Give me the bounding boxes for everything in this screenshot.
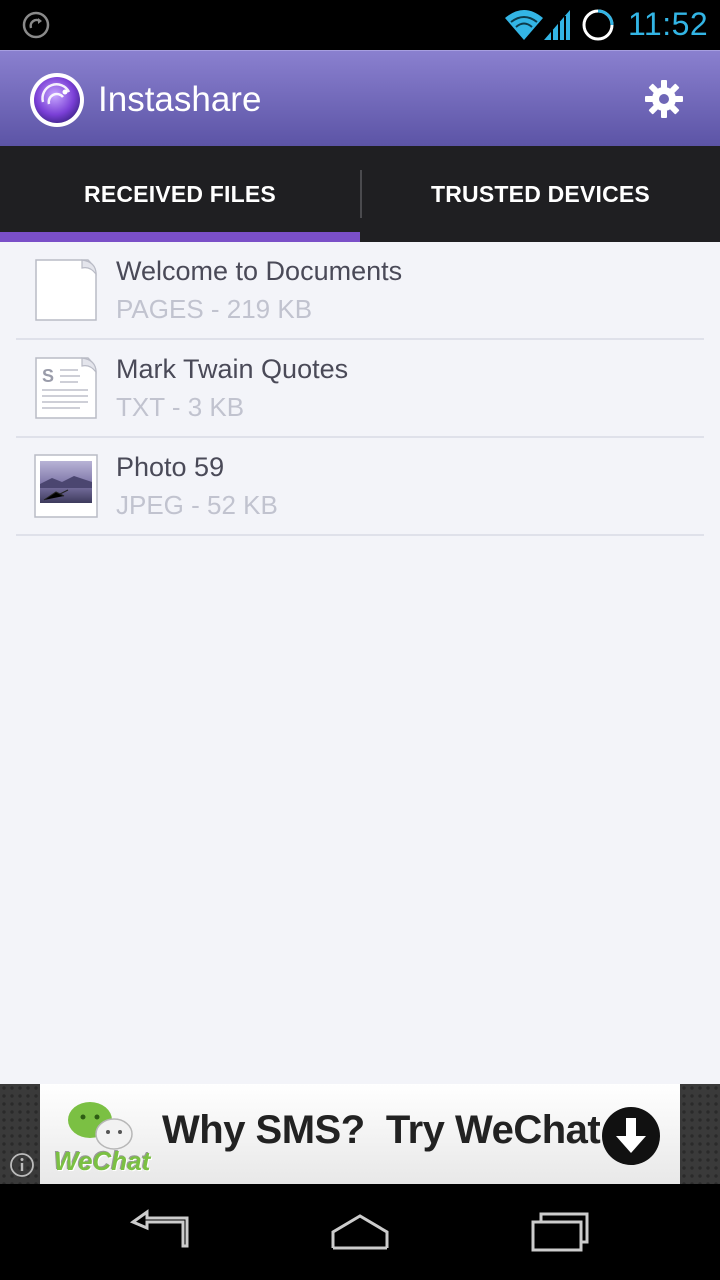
action-bar: Instashare [0,50,720,146]
tab-selected-indicator [0,232,360,242]
text-document-icon: S [35,357,97,419]
wechat-brand-text: WeChat [54,1146,151,1176]
blank-document-icon [35,259,97,321]
file-meta: JPEG - 52 KB [116,490,278,520]
file-name: Mark Twain Quotes [116,354,349,384]
info-icon[interactable] [9,1152,35,1178]
recents-icon[interactable] [525,1208,595,1256]
status-bar: 11:52 [0,0,720,50]
list-item[interactable]: S Mark Twain Quotes TXT - 3 KB [16,340,704,438]
app-title: Instashare [98,80,262,119]
file-list: Welcome to Documents PAGES - 219 KB S Ma… [0,242,720,1084]
ad-text: Why SMS? Try WeChat [162,1108,601,1152]
list-item[interactable]: Welcome to Documents PAGES - 219 KB [16,242,704,340]
navigation-bar [0,1184,720,1280]
signal-icon [544,10,570,40]
list-item[interactable]: Photo 59 JPEG - 52 KB [16,438,704,536]
file-name: Photo 59 [116,452,225,482]
gear-icon [645,80,683,118]
instashare-logo-icon [30,73,84,127]
tab-trusted-devices[interactable]: TRUSTED DEVICES [361,146,720,242]
photo-thumbnail-icon [34,454,98,518]
file-meta: TXT - 3 KB [116,392,245,422]
svg-text:S: S [42,366,54,386]
home-icon[interactable] [325,1208,395,1256]
back-icon[interactable] [125,1208,195,1256]
ad-area: WeChat Why SMS? Try WeChat [0,1084,720,1184]
ad-banner[interactable]: WeChat Why SMS? Try WeChat [40,1084,680,1184]
tab-received-files[interactable]: RECEIVED FILES [0,146,360,242]
download-arrow-icon[interactable] [601,1106,661,1166]
file-meta: PAGES - 219 KB [116,294,313,324]
battery-icon [582,9,614,41]
sync-icon [22,11,50,39]
file-name: Welcome to Documents [116,256,403,286]
settings-button[interactable] [638,73,690,125]
status-time: 11:52 [628,6,709,42]
tab-bar: RECEIVED FILES TRUSTED DEVICES [0,146,720,242]
wechat-logo: WeChat [52,1090,156,1178]
wifi-icon [505,10,543,40]
